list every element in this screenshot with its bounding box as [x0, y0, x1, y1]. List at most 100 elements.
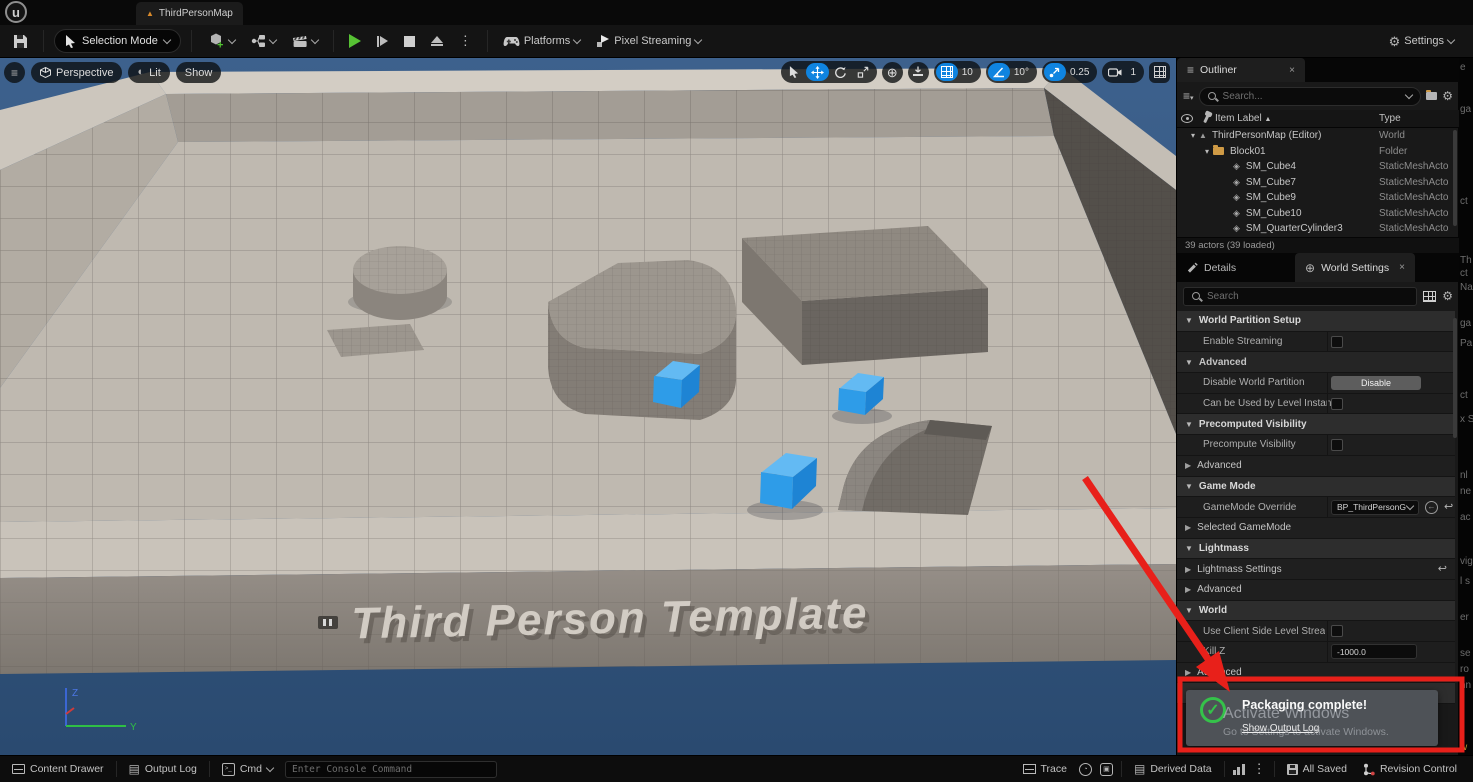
view-mode-dropdown[interactable]: ◐ Lit [128, 62, 170, 83]
filter-icon[interactable]: ≡▾ [1183, 90, 1194, 102]
details-search-box[interactable] [1183, 286, 1418, 306]
maximize-viewport-button[interactable] [1149, 61, 1170, 83]
enable-streaming-checkbox[interactable] [1331, 335, 1343, 348]
play-options-kebab-menu[interactable]: ⋮ [454, 30, 477, 52]
row-lightmass-settings[interactable]: ▶ Lightmass Settings ↩ [1177, 559, 1455, 580]
add-actor-button[interactable]: + [202, 30, 240, 52]
section-world-partition-setup[interactable]: ▼ World Partition Setup [1177, 311, 1455, 332]
details-settings-gear-icon[interactable]: ⚙ [1442, 290, 1453, 302]
billboard-gizmo[interactable] [318, 616, 338, 629]
perspective-dropdown[interactable]: Perspective [31, 62, 123, 83]
camera-speed-control[interactable]: 1 [1102, 61, 1144, 83]
revision-control-button[interactable]: Revision Control [1359, 761, 1461, 778]
performance-chart-icon[interactable] [1232, 763, 1245, 775]
select-tool-button[interactable] [783, 63, 806, 81]
close-icon[interactable]: × [1289, 65, 1295, 76]
close-icon[interactable]: × [1399, 262, 1405, 273]
save-button[interactable] [8, 31, 33, 52]
details-search-input[interactable] [1205, 289, 1409, 303]
cmd-dropdown[interactable]: >_ Cmd [218, 761, 277, 778]
console-command-input[interactable] [285, 760, 498, 778]
tab-details[interactable]: Details [1177, 253, 1295, 282]
client-side-streaming-checkbox[interactable] [1331, 625, 1343, 638]
outliner-row-actor[interactable]: ◈ SM_Cube7 StaticMeshActor [1177, 175, 1455, 191]
eject-button[interactable] [426, 33, 448, 50]
outliner-row-world[interactable]: ▾ ▲ ThirdPersonMap (Editor) World [1177, 128, 1455, 144]
gamemode-override-dropdown[interactable]: BP_ThirdPersonG [1331, 499, 1419, 515]
cylinder-actor[interactable] [353, 246, 447, 320]
surface-snapping-button[interactable] [907, 61, 929, 83]
statusbar-kebab-menu[interactable]: ⋮ [1253, 761, 1266, 777]
chevron-down-icon [265, 763, 275, 772]
section-precomputed-visibility[interactable]: ▼ Precomputed Visibility [1177, 414, 1455, 436]
expand-chevron-icon[interactable]: ▾ [1205, 147, 1209, 156]
trace-button[interactable]: Trace [1019, 761, 1071, 777]
derived-data-button[interactable]: ▤ Derived Data [1130, 761, 1216, 777]
move-tool-button[interactable] [805, 63, 829, 81]
type-column-header[interactable]: Type [1379, 113, 1401, 124]
row-advanced-collapsed[interactable]: ▶ Advanced [1177, 579, 1455, 601]
browse-to-asset-icon[interactable]: ← [1425, 500, 1438, 514]
outliner-row-actor[interactable]: ◈ SM_Cube4 StaticMeshActor [1177, 159, 1455, 175]
section-advanced[interactable]: ▼ Advanced [1177, 352, 1455, 374]
platforms-dropdown[interactable]: Platforms [498, 32, 585, 51]
outliner-scrollbar[interactable] [1453, 130, 1457, 226]
static-mesh-icon: ◈ [1233, 161, 1240, 172]
section-world[interactable]: ▼ World [1177, 600, 1455, 622]
insights-timer-icon[interactable]: ◔ [1078, 762, 1092, 776]
blueprints-button[interactable] [246, 31, 281, 51]
world-local-toggle[interactable]: ⊕ [881, 61, 903, 83]
pixel-streaming-dropdown[interactable]: Pixel Streaming [591, 31, 706, 51]
precompute-visibility-checkbox[interactable] [1331, 438, 1343, 451]
chevron-right-icon: ▶ [1185, 668, 1192, 678]
show-dropdown[interactable]: Show [175, 62, 222, 83]
row-advanced-collapsed[interactable]: ▶ Advanced [1177, 455, 1455, 477]
outliner-row-actor[interactable]: ◈ SM_Cube10 StaticMeshActor [1177, 206, 1455, 222]
stop-button[interactable] [399, 33, 420, 50]
section-game-mode[interactable]: ▼ Game Mode [1177, 476, 1455, 498]
kill-z-field[interactable]: -1000.0 [1331, 644, 1417, 660]
rotate-tool-button[interactable] [829, 63, 852, 81]
display-options-icon[interactable] [1423, 290, 1437, 302]
new-folder-icon[interactable] [1426, 90, 1438, 102]
scale-snap-control[interactable]: 0.25 [1041, 61, 1098, 83]
outliner-settings-gear-icon[interactable]: ⚙ [1442, 90, 1453, 102]
outliner-row-actor[interactable]: ◈ SM_Cube9 StaticMeshActor [1177, 190, 1455, 206]
content-drawer-button[interactable]: Content Drawer [8, 761, 108, 777]
outliner-search-input[interactable] [1220, 89, 1402, 103]
reset-to-default-icon[interactable]: ↩ [1438, 563, 1447, 575]
show-output-log-link[interactable]: Show Output Log [1242, 723, 1319, 734]
cinematics-button[interactable] [287, 31, 323, 51]
outliner-search-box[interactable] [1198, 86, 1422, 106]
tab-world-settings[interactable]: ⊕ World Settings × [1295, 253, 1415, 282]
screenshot-icon[interactable]: ▣ [1099, 762, 1113, 776]
row-selected-gamemode[interactable]: ▶ Selected GameMode [1177, 517, 1455, 539]
reset-to-default-icon[interactable]: ↩ [1444, 501, 1453, 513]
level-instance-checkbox[interactable] [1331, 397, 1343, 410]
all-saved-button[interactable]: All Saved [1283, 761, 1351, 777]
visibility-column-header[interactable] [1177, 114, 1197, 123]
toolbar-separator [190, 30, 192, 52]
details-scrollbar[interactable] [1453, 318, 1457, 438]
output-log-button[interactable]: ▤ Output Log [125, 761, 201, 777]
outliner-row-folder[interactable]: ▾ Block01 Folder [1177, 144, 1455, 160]
rotation-snap-control[interactable]: 10° [985, 61, 1037, 83]
section-lightmass[interactable]: ▼ Lightmass [1177, 538, 1455, 560]
tab-outliner[interactable]: ≡ Outliner × [1177, 58, 1305, 82]
row-advanced-collapsed[interactable]: ▶ Advanced [1177, 662, 1455, 684]
unreal-engine-logo-icon[interactable]: u [5, 1, 27, 23]
selection-mode-dropdown[interactable]: Selection Mode [54, 29, 181, 53]
scale-tool-button[interactable] [852, 63, 875, 81]
frame-skip-button[interactable] [372, 33, 393, 50]
expand-chevron-icon[interactable]: ▾ [1191, 131, 1195, 140]
viewport-options-menu[interactable]: ≡ [4, 62, 25, 83]
outliner-row-actor[interactable]: ◈ SM_QuarterCylinder3 StaticMeshActor [1177, 221, 1455, 237]
play-button[interactable] [344, 31, 366, 51]
item-label-column-header[interactable]: Item Label ▲ [1215, 113, 1271, 124]
level-tab[interactable]: ▲ ThirdPersonMap [136, 2, 243, 25]
settings-dropdown[interactable]: ⚙ Settings [1384, 32, 1459, 51]
disable-button[interactable]: Disable [1331, 375, 1421, 390]
viewport-3d-scene[interactable]: Third Person Template Third Person Templ… [0, 58, 1176, 755]
grid-snap-control[interactable]: 10 [933, 61, 981, 83]
pin-column-header[interactable] [1197, 113, 1215, 124]
